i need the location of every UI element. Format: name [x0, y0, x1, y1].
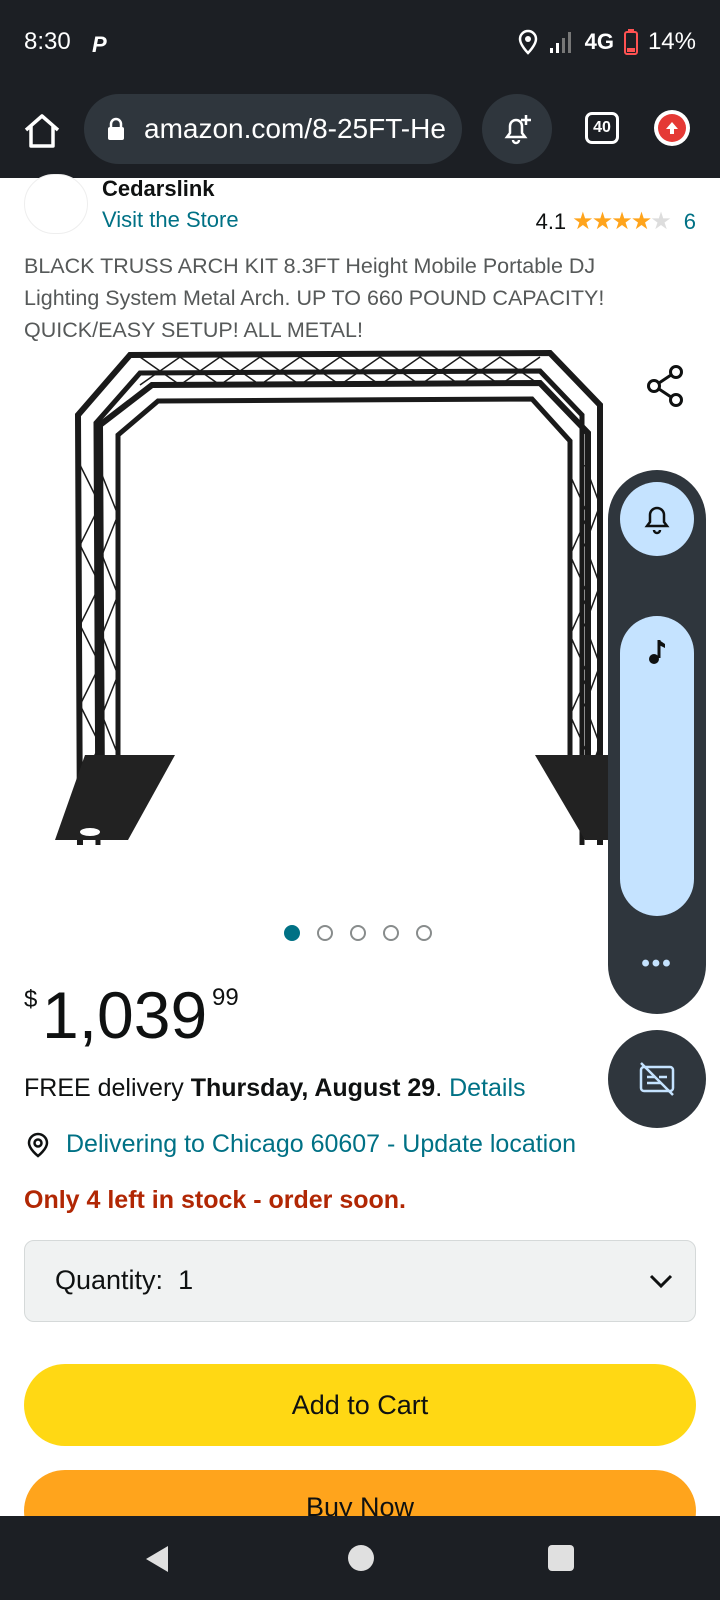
bell-icon: [644, 506, 670, 535]
update-button[interactable]: [654, 110, 690, 146]
bell-plus-icon: [504, 115, 531, 145]
lock-icon: [108, 117, 124, 140]
recents-icon[interactable]: [548, 1545, 574, 1571]
carousel-dot[interactable]: [350, 925, 366, 941]
quantity-label: Quantity: 1: [55, 1265, 194, 1295]
more-icon[interactable]: •••: [608, 950, 706, 978]
status-time: 8:30: [24, 28, 71, 55]
back-icon[interactable]: [144, 1544, 172, 1574]
caption-button[interactable]: [608, 1030, 706, 1128]
home-nav-icon[interactable]: [348, 1545, 374, 1571]
rating-count: 6: [683, 208, 696, 234]
location-pin-icon: [27, 1132, 49, 1158]
address-bar[interactable]: amazon.com/8-25FT-He: [84, 94, 462, 164]
location-text: Delivering to Chicago 60607 - Update loc…: [66, 1130, 577, 1158]
status-bar: 8:30 P 4G 14%: [0, 0, 720, 88]
image-carousel-dots: [284, 925, 432, 941]
rating-value: 4.1: [535, 208, 567, 234]
add-to-cart-button[interactable]: Add to Cart: [24, 1364, 696, 1446]
url-text: amazon.com/8-25FT-He: [144, 113, 446, 144]
music-button[interactable]: [620, 616, 694, 916]
share-icon[interactable]: [646, 364, 686, 408]
music-note-icon: [649, 640, 665, 664]
price-symbol: $: [24, 986, 38, 1013]
stock-warning: Only 4 left in stock - order soon.: [24, 1186, 407, 1214]
browser-toolbar: amazon.com/8-25FT-He 40: [0, 88, 720, 178]
delivery-prefix: FREE delivery: [24, 1074, 191, 1102]
product-image[interactable]: [40, 345, 650, 855]
visit-store-link[interactable]: Visit the Store: [102, 207, 239, 233]
carousel-dot[interactable]: [317, 925, 333, 941]
price-fraction: 99: [212, 984, 239, 1011]
carousel-dot[interactable]: [284, 925, 300, 941]
floating-media-panel: •••: [608, 470, 706, 1014]
carousel-dot[interactable]: [416, 925, 432, 941]
price-whole: 1,039: [42, 978, 208, 1052]
store-logo[interactable]: [24, 174, 88, 234]
delivery-date: Thursday, August 29: [190, 1074, 436, 1102]
update-arrow-icon: [658, 114, 686, 142]
delivery-suffix: .: [435, 1074, 450, 1102]
bell-button[interactable]: [620, 482, 694, 556]
delivery-info: FREE delivery Thursday, August 29. Detai…: [24, 1074, 526, 1103]
rating-summary[interactable]: 4.1 ★★★★★ 6: [536, 207, 696, 236]
location-icon: [518, 29, 537, 55]
quantity-select[interactable]: Quantity: 1: [24, 1240, 696, 1322]
star-rating: ★★★★★: [572, 208, 672, 235]
system-nav-bar: [0, 1516, 720, 1600]
tab-switcher-button[interactable]: 40: [585, 112, 619, 144]
add-notification-button[interactable]: [482, 94, 552, 164]
product-title: BLACK TRUSS ARCH KIT 8.3FT Height Mobile…: [24, 254, 605, 342]
signal-icon: [549, 32, 571, 53]
battery-percent: 14%: [647, 28, 696, 55]
network-type: 4G: [584, 29, 614, 54]
paypal-notification-icon: P: [92, 32, 107, 57]
chevron-down-icon: [649, 1274, 673, 1289]
home-icon[interactable]: [20, 108, 64, 152]
quantity-value: 1: [178, 1265, 194, 1295]
delivery-location[interactable]: Delivering to Chicago 60607 - Update loc…: [24, 1130, 576, 1159]
store-name: Cedarslink: [102, 176, 215, 201]
delivery-details-link[interactable]: Details: [449, 1074, 525, 1102]
captions-off-icon: [639, 1062, 675, 1096]
carousel-dot[interactable]: [383, 925, 399, 941]
status-indicators: 4G 14%: [517, 28, 696, 56]
battery-icon: [623, 29, 638, 55]
